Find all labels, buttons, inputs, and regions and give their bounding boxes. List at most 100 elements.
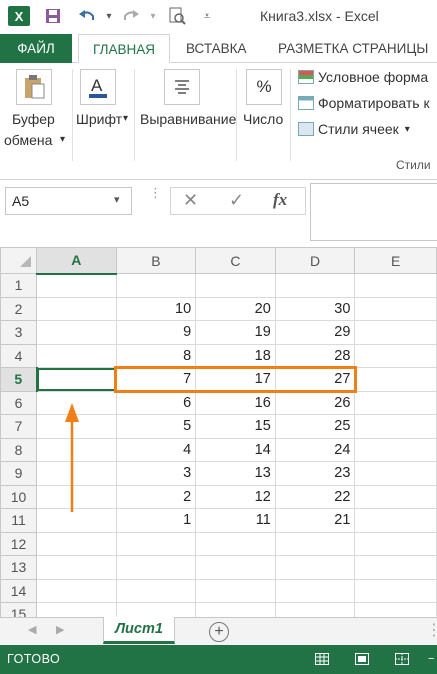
- row-header[interactable]: 10: [0, 484, 37, 509]
- cell-a4[interactable]: [36, 343, 117, 368]
- cell-d8[interactable]: 24: [274, 437, 356, 462]
- cell-d2[interactable]: 30: [274, 296, 356, 321]
- tab-page-layout[interactable]: РАЗМЕТКА СТРАНИЦЫ: [278, 34, 428, 63]
- cell-e3[interactable]: [354, 320, 437, 345]
- cell-b6[interactable]: 6: [115, 390, 197, 415]
- cell-e8[interactable]: [354, 437, 437, 462]
- cancel-icon[interactable]: ✕: [183, 190, 198, 211]
- cell-e9[interactable]: [354, 461, 437, 486]
- cell-c13[interactable]: [195, 555, 276, 580]
- cell-c14[interactable]: [195, 578, 276, 603]
- row-header[interactable]: 1: [0, 273, 37, 298]
- row-header[interactable]: 13: [0, 555, 37, 580]
- row-header[interactable]: 12: [0, 531, 37, 556]
- alignment-label[interactable]: Выравнивание: [140, 109, 236, 129]
- clipboard-label-line2[interactable]: обмена: [4, 130, 52, 150]
- cell-a13[interactable]: [36, 555, 117, 580]
- cell-d12[interactable]: [274, 531, 356, 556]
- row-header[interactable]: 15: [0, 602, 37, 617]
- number-label[interactable]: Число: [243, 109, 283, 129]
- cell-d14[interactable]: [274, 578, 356, 603]
- cell-a2[interactable]: [36, 296, 117, 321]
- row-header[interactable]: 6: [0, 390, 37, 415]
- cell-c1[interactable]: [195, 273, 276, 298]
- tab-insert[interactable]: ВСТАВКА: [186, 34, 247, 63]
- cell-e5[interactable]: [354, 367, 437, 392]
- cell-b14[interactable]: [115, 578, 197, 603]
- clipboard-button[interactable]: [16, 69, 52, 105]
- cell-c3[interactable]: 19: [195, 320, 276, 345]
- cell-a15[interactable]: [36, 602, 117, 617]
- tab-file[interactable]: ФАЙЛ: [0, 34, 72, 63]
- cell-a12[interactable]: [36, 531, 117, 556]
- conditional-formatting-button[interactable]: Условное форма: [298, 69, 428, 85]
- print-preview-icon[interactable]: [166, 5, 188, 27]
- cell-d9[interactable]: 23: [274, 461, 356, 486]
- redo-dropdown-icon[interactable]: ▾: [142, 5, 164, 27]
- normal-view-icon[interactable]: [312, 650, 332, 668]
- cell-d13[interactable]: [274, 555, 356, 580]
- cell-c6[interactable]: 16: [195, 390, 276, 415]
- cell-b11[interactable]: 1: [115, 508, 197, 533]
- cell-c8[interactable]: 14: [195, 437, 276, 462]
- cell-b4[interactable]: 8: [115, 343, 197, 368]
- undo-icon[interactable]: [76, 5, 98, 27]
- tab-home[interactable]: ГЛАВНАЯ: [78, 34, 170, 64]
- sheet-bar-grip-icon[interactable]: ⋮: [426, 620, 437, 640]
- page-break-view-icon[interactable]: [392, 650, 412, 668]
- cell-e10[interactable]: [354, 484, 437, 509]
- cell-d1[interactable]: [274, 273, 356, 298]
- enter-icon[interactable]: ✓: [229, 190, 244, 211]
- cell-e1[interactable]: [354, 273, 437, 298]
- formula-bar-grip-icon[interactable]: ⋮: [149, 186, 162, 199]
- undo-dropdown-icon[interactable]: ▾: [98, 5, 120, 27]
- row-header[interactable]: 14: [0, 578, 37, 603]
- alignment-button[interactable]: [164, 69, 200, 105]
- redo-icon[interactable]: [120, 5, 142, 27]
- cell-c15[interactable]: [195, 602, 276, 617]
- next-sheet-icon[interactable]: ▶: [56, 623, 64, 636]
- zoom-out-icon[interactable]: −: [428, 653, 434, 665]
- cell-c12[interactable]: [195, 531, 276, 556]
- cell-e13[interactable]: [354, 555, 437, 580]
- cell-b1[interactable]: [115, 273, 197, 298]
- cell-d7[interactable]: 25: [274, 414, 356, 439]
- format-as-table-button[interactable]: Форматировать к: [298, 95, 430, 111]
- cell-c7[interactable]: 15: [195, 414, 276, 439]
- cell-a3[interactable]: [36, 320, 117, 345]
- cell-d15[interactable]: [274, 602, 356, 617]
- insert-function-icon[interactable]: fx: [273, 190, 287, 210]
- cell-b8[interactable]: 4: [115, 437, 197, 462]
- cell-c2[interactable]: 20: [195, 296, 276, 321]
- font-dropdown-icon[interactable]: ▾: [123, 109, 128, 129]
- cell-e4[interactable]: [354, 343, 437, 368]
- cell-d10[interactable]: 22: [274, 484, 356, 509]
- select-all-corner[interactable]: [0, 247, 37, 274]
- cell-c10[interactable]: 12: [195, 484, 276, 509]
- cell-b12[interactable]: [115, 531, 197, 556]
- cell-b10[interactable]: 2: [115, 484, 197, 509]
- cell-b2[interactable]: 10: [115, 296, 197, 321]
- font-button[interactable]: A: [80, 69, 116, 105]
- column-header-b[interactable]: B: [115, 247, 197, 274]
- cell-b7[interactable]: 5: [115, 414, 197, 439]
- cell-b15[interactable]: [115, 602, 197, 617]
- cell-styles-button[interactable]: Стили ячеек ▾: [298, 121, 410, 137]
- column-header-d[interactable]: D: [274, 247, 356, 274]
- name-box-dropdown-icon[interactable]: ▾: [114, 193, 120, 206]
- name-box[interactable]: A5: [5, 187, 132, 215]
- cell-c11[interactable]: 11: [195, 508, 276, 533]
- cell-a5[interactable]: [36, 367, 117, 392]
- column-header-c[interactable]: C: [195, 247, 276, 274]
- cell-e6[interactable]: [354, 390, 437, 415]
- customize-toolbar-icon[interactable]: ⩡: [196, 5, 218, 27]
- row-header[interactable]: 8: [0, 437, 37, 462]
- cell-e7[interactable]: [354, 414, 437, 439]
- cell-a1[interactable]: [36, 273, 117, 298]
- font-label[interactable]: Шрифт: [76, 109, 122, 129]
- cell-e11[interactable]: [354, 508, 437, 533]
- row-header[interactable]: 4: [0, 343, 37, 368]
- row-header[interactable]: 9: [0, 461, 37, 486]
- cell-d11[interactable]: 21: [274, 508, 356, 533]
- cell-a14[interactable]: [36, 578, 117, 603]
